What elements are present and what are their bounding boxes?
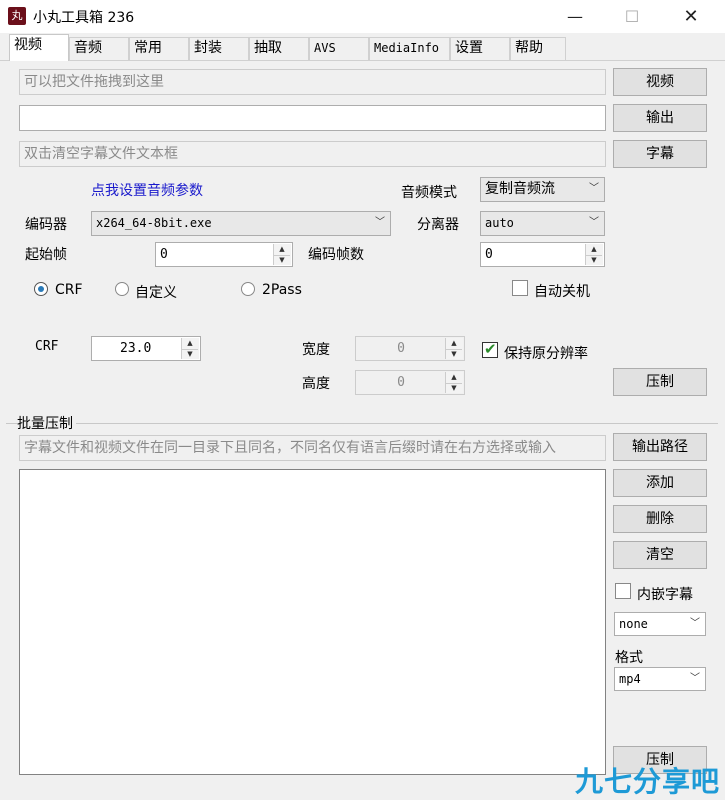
chevron-down-icon: ﹀ [375,217,385,228]
format-value: mp4 [619,672,641,686]
2pass-radio-label: 2Pass [262,282,302,298]
crf-value: 23.0 [120,341,152,356]
height-label: 高度 [302,376,330,392]
close-button[interactable]: ✕ [668,0,714,33]
batch-group-border [6,423,718,424]
compress-button[interactable]: 压制 [613,368,707,396]
demuxer-value: auto [485,216,514,230]
spin-down-icon[interactable]: ▼ [446,349,462,360]
batch-file-list[interactable] [19,469,606,775]
add-button[interactable]: 添加 [613,469,707,497]
minimize-button[interactable]: — [552,0,598,33]
embed-subtitle-label: 内嵌字幕 [637,587,693,603]
tab-common[interactable]: 常用 [129,37,189,60]
spin-down-icon[interactable]: ▼ [586,255,602,266]
clear-button[interactable]: 清空 [613,541,707,569]
tab-strip-divider [0,60,725,61]
batch-hint-input[interactable]: 字幕文件和视频文件在同一目录下且同名，不同名仅有语言后缀时请在右方选择或输入 [19,435,606,461]
tab-extract[interactable]: 抽取 [249,37,309,60]
output-button[interactable]: 输出 [613,104,707,132]
keep-resolution-label: 保持原分辨率 [504,346,588,362]
spin-down-icon[interactable]: ▼ [182,349,198,360]
tab-mediainfo[interactable]: MediaInfo [369,37,450,60]
height-value: 0 [397,375,405,390]
maximize-button[interactable]: ☐ [609,0,655,33]
tab-help[interactable]: 帮助 [510,37,566,60]
auto-shutdown-checkbox[interactable] [512,280,528,296]
checkmark-icon: ✔ [484,340,497,358]
start-frame-label: 起始帧 [25,247,67,263]
video-file-input[interactable]: 可以把文件拖拽到这里 [19,69,606,95]
tab-video[interactable]: 视频 [9,34,69,61]
chevron-down-icon: ﹀ [690,618,700,629]
subtitle-button[interactable]: 字幕 [613,140,707,168]
encoder-value: x264_64-8bit.exe [96,216,212,230]
crf-radio[interactable] [34,282,48,296]
keep-resolution-checkbox[interactable]: ✔ [482,340,498,358]
demuxer-label: 分离器 [417,217,459,233]
delete-button[interactable]: 删除 [613,505,707,533]
tab-mux[interactable]: 封装 [189,37,249,60]
audio-mode-select[interactable]: 复制音频流 ﹀ [480,177,605,202]
tab-settings[interactable]: 设置 [450,37,510,60]
subtitle-lang-select[interactable]: none ﹀ [614,612,706,636]
window-title: 小丸工具箱 236 [33,10,135,26]
chevron-down-icon: ﹀ [589,183,599,194]
chevron-down-icon: ﹀ [690,673,700,684]
subtitle-file-input[interactable]: 双击清空字幕文件文本框 [19,141,606,167]
custom-radio-label: 自定义 [135,285,177,301]
tab-avs[interactable]: AVS [309,37,369,60]
height-spinner[interactable]: 0 ▲ ▼ [355,370,465,395]
format-select[interactable]: mp4 ﹀ [614,667,706,691]
video-button[interactable]: 视频 [613,68,707,96]
crf-label: CRF [35,339,59,354]
spin-down-icon[interactable]: ▼ [274,255,290,266]
embed-subtitle-checkbox[interactable] [615,583,631,599]
encoder-label: 编码器 [25,217,67,233]
encode-frames-label: 编码帧数 [308,247,364,263]
start-frame-spinner[interactable]: 0 ▲ ▼ [155,242,293,267]
width-spinner[interactable]: 0 ▲ ▼ [355,336,465,361]
tab-audio[interactable]: 音频 [69,37,129,60]
custom-radio[interactable] [115,282,129,296]
spin-down-icon[interactable]: ▼ [446,383,462,394]
start-frame-value: 0 [160,247,168,262]
watermark-logo: 九七分享吧 [575,765,721,798]
output-path-button[interactable]: 输出路径 [613,433,707,461]
format-label: 格式 [615,650,643,666]
audio-mode-value: 复制音频流 [485,181,555,197]
app-icon: 丸 [8,7,26,25]
width-label: 宽度 [302,342,330,358]
width-value: 0 [397,341,405,356]
demuxer-select[interactable]: auto ﹀ [480,211,605,236]
auto-shutdown-label: 自动关机 [534,284,590,300]
encode-frames-value: 0 [485,247,493,262]
crf-radio-label: CRF [55,282,83,298]
crf-spinner[interactable]: 23.0 ▲ ▼ [91,336,201,361]
output-file-input[interactable] [19,105,606,131]
subtitle-lang-value: none [619,617,648,631]
audio-mode-label: 音频模式 [401,185,457,201]
2pass-radio[interactable] [241,282,255,296]
batch-group-label: 批量压制 [17,413,76,433]
encoder-select[interactable]: x264_64-8bit.exe ﹀ [91,211,391,236]
chevron-down-icon: ﹀ [589,217,599,228]
audio-params-link[interactable]: 点我设置音频参数 [91,180,203,200]
encode-frames-spinner[interactable]: 0 ▲ ▼ [480,242,605,267]
